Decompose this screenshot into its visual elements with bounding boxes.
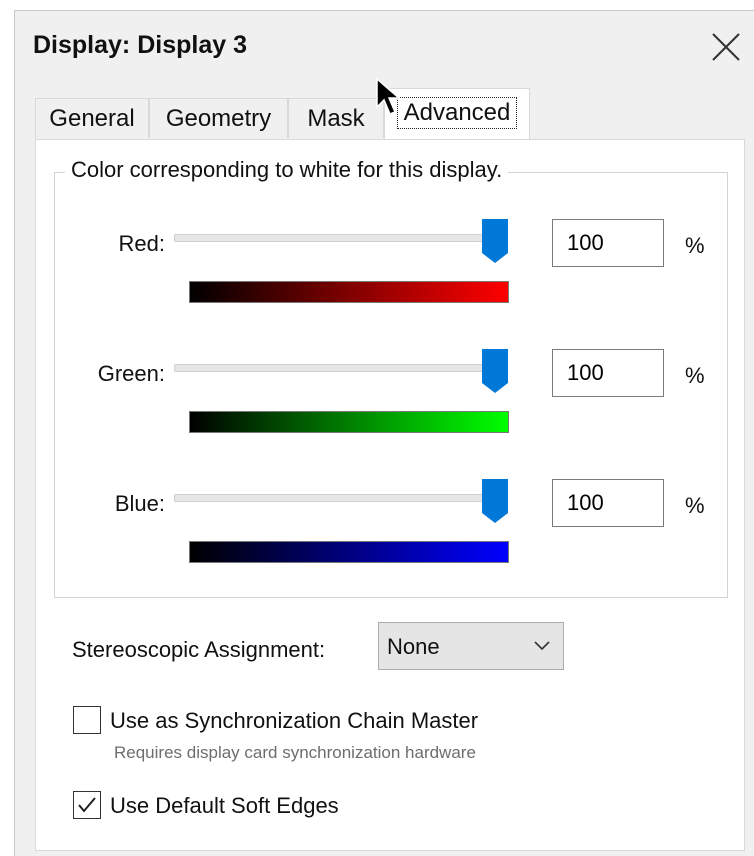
tab-mask[interactable]: Mask	[288, 98, 384, 138]
sync-master-checkbox[interactable]	[73, 706, 101, 734]
tab-geometry[interactable]: Geometry	[149, 98, 288, 138]
mouse-cursor-icon	[376, 77, 402, 115]
checkmark-icon	[78, 797, 96, 813]
white-color-group: Color corresponding to white for this di…	[54, 157, 728, 598]
stereo-assignment-dropdown[interactable]: None	[378, 622, 564, 670]
red-slider-thumb[interactable]	[482, 219, 508, 263]
green-slider-thumb[interactable]	[482, 349, 508, 393]
close-button[interactable]	[704, 25, 748, 69]
slider-thumb-icon	[482, 349, 508, 393]
window-title: Display: Display 3	[33, 31, 247, 59]
green-label: Green:	[97, 361, 165, 386]
red-value-input[interactable]	[552, 219, 664, 267]
advanced-panel: Color corresponding to white for this di…	[35, 139, 745, 851]
blue-slider-thumb[interactable]	[482, 479, 508, 523]
green-value-input[interactable]	[552, 349, 664, 397]
display-dialog: Display: Display 3 General Geometry Mask…	[14, 10, 754, 856]
chevron-down-icon	[534, 641, 550, 651]
sync-master-label[interactable]: Use as Synchronization Chain Master	[110, 708, 478, 734]
blue-unit: %	[685, 493, 705, 518]
green-gradient-bar	[189, 411, 509, 433]
slider-thumb-icon	[482, 219, 508, 263]
stereo-assignment-value: None	[387, 634, 440, 659]
tab-advanced-label: Advanced	[396, 97, 518, 129]
red-slider-track[interactable]	[174, 234, 506, 242]
blue-label: Blue:	[114, 491, 165, 516]
red-unit: %	[685, 233, 705, 258]
blue-value-input[interactable]	[552, 479, 664, 527]
soft-edges-label[interactable]: Use Default Soft Edges	[110, 793, 339, 819]
red-gradient-bar	[189, 281, 509, 303]
slider-thumb-icon	[482, 479, 508, 523]
close-icon	[712, 33, 740, 61]
green-slider-track[interactable]	[174, 364, 506, 372]
tab-advanced[interactable]: Advanced	[384, 88, 530, 140]
tab-mask-label: Mask	[307, 105, 365, 132]
stereo-assignment-label: Stereoscopic Assignment:	[72, 637, 326, 662]
blue-gradient-bar	[189, 541, 509, 563]
tab-general[interactable]: General	[35, 98, 149, 138]
blue-slider-track[interactable]	[174, 494, 506, 502]
tab-general-label: General	[49, 105, 135, 132]
tab-geometry-label: Geometry	[165, 105, 272, 132]
soft-edges-checkbox[interactable]	[73, 791, 101, 819]
title-bar: Display: Display 3	[15, 11, 754, 79]
group-legend: Color corresponding to white for this di…	[65, 157, 509, 183]
green-unit: %	[685, 363, 705, 388]
sync-master-hint: Requires display card synchronization ha…	[114, 743, 476, 762]
red-label: Red:	[118, 231, 165, 256]
